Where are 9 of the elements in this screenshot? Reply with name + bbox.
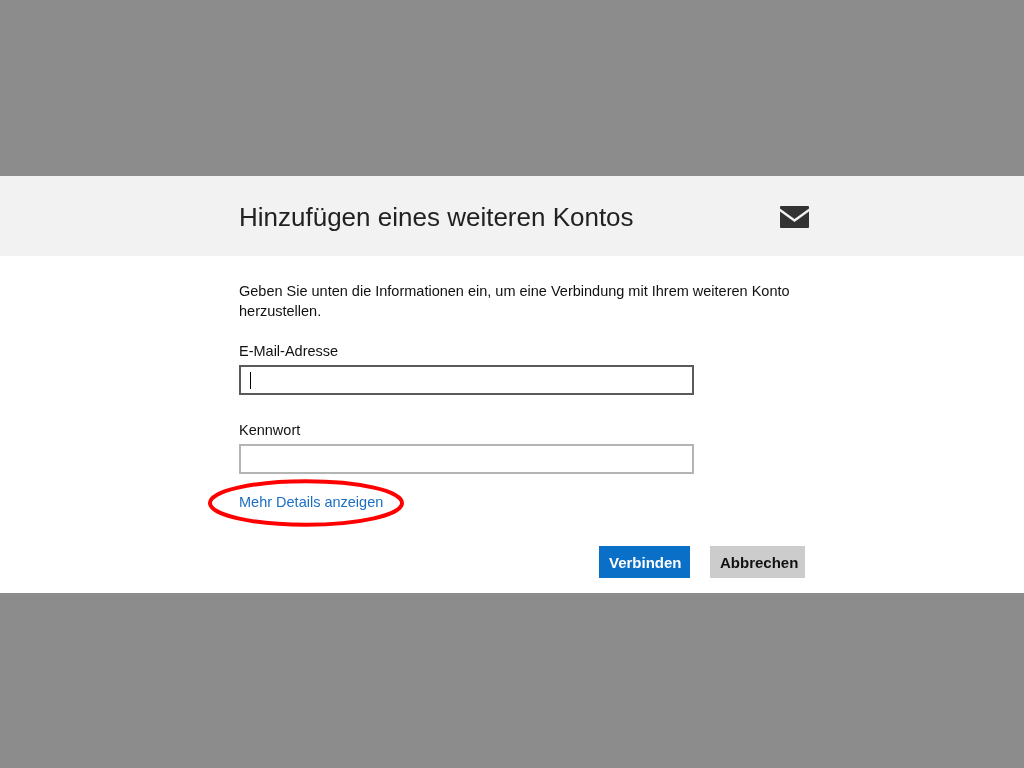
dialog-title: Hinzufügen eines weiteren Kontos	[239, 201, 634, 233]
field-label: E-Mail-Adresse	[239, 342, 340, 361]
input-field[interactable]	[239, 365, 694, 395]
input-field[interactable]	[239, 444, 694, 474]
description-text: Geben Sie unten die Informationen ein, um eine Verbindung mit Ihrem weiteren Konto herzustellen.	[239, 282, 791, 321]
envelope-icon	[780, 206, 809, 228]
cancel-button[interactable]: Abbrechen	[710, 546, 805, 578]
field-label: Kennwort	[239, 421, 302, 440]
connect-button[interactable]: Verbinden	[599, 546, 690, 578]
